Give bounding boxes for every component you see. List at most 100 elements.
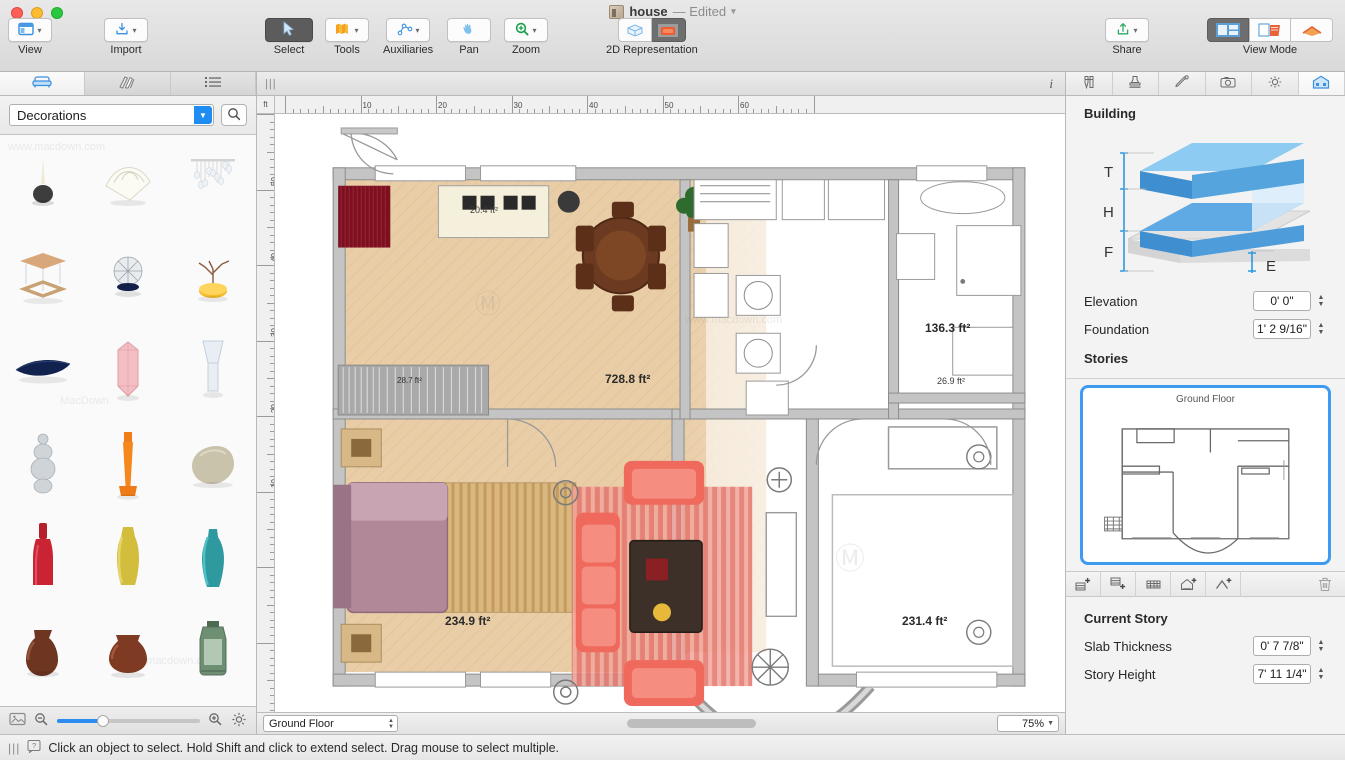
- tools-button[interactable]: ▾: [325, 18, 369, 42]
- chevron-down-icon[interactable]: ▾: [354, 26, 358, 35]
- elevation-field[interactable]: 0' 0": [1253, 291, 1311, 311]
- sidebar-item-list[interactable]: [170, 72, 256, 95]
- chevron-down-icon[interactable]: ▾: [1133, 26, 1137, 35]
- chevron-down-icon[interactable]: ▾: [37, 26, 41, 35]
- svg-text:F: F: [1104, 244, 1113, 261]
- sidebar-tabs: [0, 72, 257, 95]
- share-button[interactable]: ▾: [1105, 18, 1149, 42]
- zoom-button[interactable]: ▾: [504, 18, 548, 42]
- elevation-stepper[interactable]: ▲ ▼: [1315, 294, 1327, 308]
- delete-story-button[interactable]: [1305, 571, 1345, 597]
- thumbnail-size-slider[interactable]: [57, 714, 200, 727]
- object-grid[interactable]: www.macdown.com MacDown www.macdown.com: [0, 135, 256, 706]
- horizontal-scrollbar[interactable]: [404, 719, 991, 728]
- pan-button[interactable]: [447, 18, 491, 42]
- list-item[interactable]: [171, 605, 256, 699]
- tab-measure[interactable]: [1066, 72, 1113, 95]
- select-button[interactable]: [265, 18, 313, 42]
- canvas-body: 50 40 30 20 10 728.8 ft² 136.3 ft² 234.9…: [257, 114, 1065, 712]
- chevron-down-icon[interactable]: ▼: [1047, 720, 1054, 727]
- list-item[interactable]: [171, 229, 256, 323]
- list-item[interactable]: [0, 417, 85, 511]
- slab-thickness-stepper[interactable]: ▲ ▼: [1315, 639, 1327, 653]
- view-mode-roof-option[interactable]: [1291, 18, 1333, 42]
- foundation-field[interactable]: 1' 2 9/16": [1253, 319, 1311, 339]
- story-card-ground-floor[interactable]: Ground Floor: [1080, 385, 1331, 565]
- category-select[interactable]: Decorations ▼: [9, 104, 214, 126]
- add-roof-button[interactable]: [1206, 571, 1241, 597]
- list-item[interactable]: [0, 511, 85, 605]
- ruler-tick: [270, 476, 274, 478]
- ruler-tick: [270, 287, 274, 289]
- stepper-icon[interactable]: ▲ ▼: [388, 716, 394, 731]
- ruler-tick: [503, 109, 505, 113]
- zoom-out-icon[interactable]: [34, 712, 49, 729]
- sidebar-item-materials[interactable]: [85, 72, 171, 95]
- zoom-in-icon[interactable]: [208, 712, 223, 729]
- tab-material[interactable]: [1112, 72, 1159, 95]
- sidebar-item-furniture[interactable]: [0, 72, 86, 95]
- grip-icon[interactable]: |||: [8, 741, 20, 755]
- ruler-tick: [267, 378, 274, 380]
- representation-3d-option[interactable]: [617, 18, 652, 42]
- story-height-stepper[interactable]: ▲ ▼: [1315, 667, 1327, 681]
- list-item[interactable]: [85, 229, 170, 323]
- document-title[interactable]: house — Edited ▾: [0, 4, 1345, 19]
- info-icon[interactable]: i: [1049, 76, 1053, 92]
- foundation-stepper[interactable]: ▲ ▼: [1315, 322, 1327, 336]
- view-mode-floorplan-option[interactable]: [1207, 18, 1249, 42]
- image-icon[interactable]: [9, 712, 26, 729]
- list-item[interactable]: [85, 511, 170, 605]
- list-item[interactable]: [85, 135, 170, 229]
- list-item[interactable]: [171, 511, 256, 605]
- search-button[interactable]: [221, 104, 247, 126]
- chevron-down-icon[interactable]: ▾: [731, 6, 736, 17]
- list-item[interactable]: [85, 699, 170, 706]
- grip-icon[interactable]: |||: [265, 78, 277, 90]
- horizontal-ruler[interactable]: 10 20 30 40 50 60: [275, 96, 1065, 113]
- list-item[interactable]: [85, 417, 170, 511]
- story-selector[interactable]: Ground Floor ▲ ▼: [263, 715, 398, 732]
- floor-plan[interactable]: 728.8 ft² 136.3 ft² 234.9 ft² 231.4 ft² …: [275, 114, 1065, 712]
- list-item[interactable]: [171, 135, 256, 229]
- list-item[interactable]: [0, 699, 85, 706]
- help-icon[interactable]: ?: [27, 739, 41, 756]
- add-story-above-button[interactable]: [1066, 571, 1101, 597]
- representation-2d-option[interactable]: [651, 18, 686, 42]
- list-item[interactable]: [0, 229, 85, 323]
- chevron-down-icon[interactable]: ▼: [194, 106, 212, 124]
- auxiliaries-button[interactable]: ▾: [386, 18, 431, 42]
- view-mode-section-option[interactable]: [1249, 18, 1291, 42]
- tab-camera[interactable]: [1205, 72, 1252, 95]
- add-story-below-button[interactable]: [1101, 571, 1136, 597]
- chevron-down-icon[interactable]: ▾: [532, 26, 536, 35]
- add-building-button[interactable]: [1171, 571, 1206, 597]
- list-item[interactable]: [0, 605, 85, 699]
- zoom-level-select[interactable]: 75% ▼: [997, 715, 1059, 732]
- story-height-row: Story Height 7' 11 1/4" ▲ ▼: [1084, 660, 1327, 688]
- tab-building[interactable]: [1298, 72, 1345, 95]
- chevron-down-icon[interactable]: ▾: [416, 26, 420, 35]
- svg-text:?: ?: [32, 741, 36, 750]
- gear-icon[interactable]: [231, 712, 247, 730]
- tab-edit[interactable]: [1159, 72, 1206, 95]
- list-item[interactable]: [0, 323, 85, 417]
- vertical-ruler[interactable]: 50 40 30 20 10: [257, 114, 275, 712]
- list-item[interactable]: [171, 417, 256, 511]
- ruler-tick: [270, 174, 274, 176]
- list-item[interactable]: [0, 135, 85, 229]
- list-item[interactable]: [171, 699, 256, 706]
- list-item[interactable]: [171, 323, 256, 417]
- ruler-tick: [270, 310, 274, 312]
- story-height-field[interactable]: 7' 11 1/4": [1253, 664, 1311, 684]
- import-button[interactable]: ▾: [104, 18, 148, 42]
- ruler-tick: [813, 96, 815, 113]
- list-item[interactable]: [85, 323, 170, 417]
- slab-thickness-field[interactable]: 0' 7 7/8": [1253, 636, 1311, 656]
- chevron-down-icon[interactable]: ▾: [132, 26, 136, 35]
- tab-light[interactable]: [1252, 72, 1299, 95]
- ruler-tick: [270, 219, 274, 221]
- view-button[interactable]: ▾: [8, 18, 52, 42]
- list-item[interactable]: [85, 605, 170, 699]
- duplicate-story-button[interactable]: [1136, 571, 1171, 597]
